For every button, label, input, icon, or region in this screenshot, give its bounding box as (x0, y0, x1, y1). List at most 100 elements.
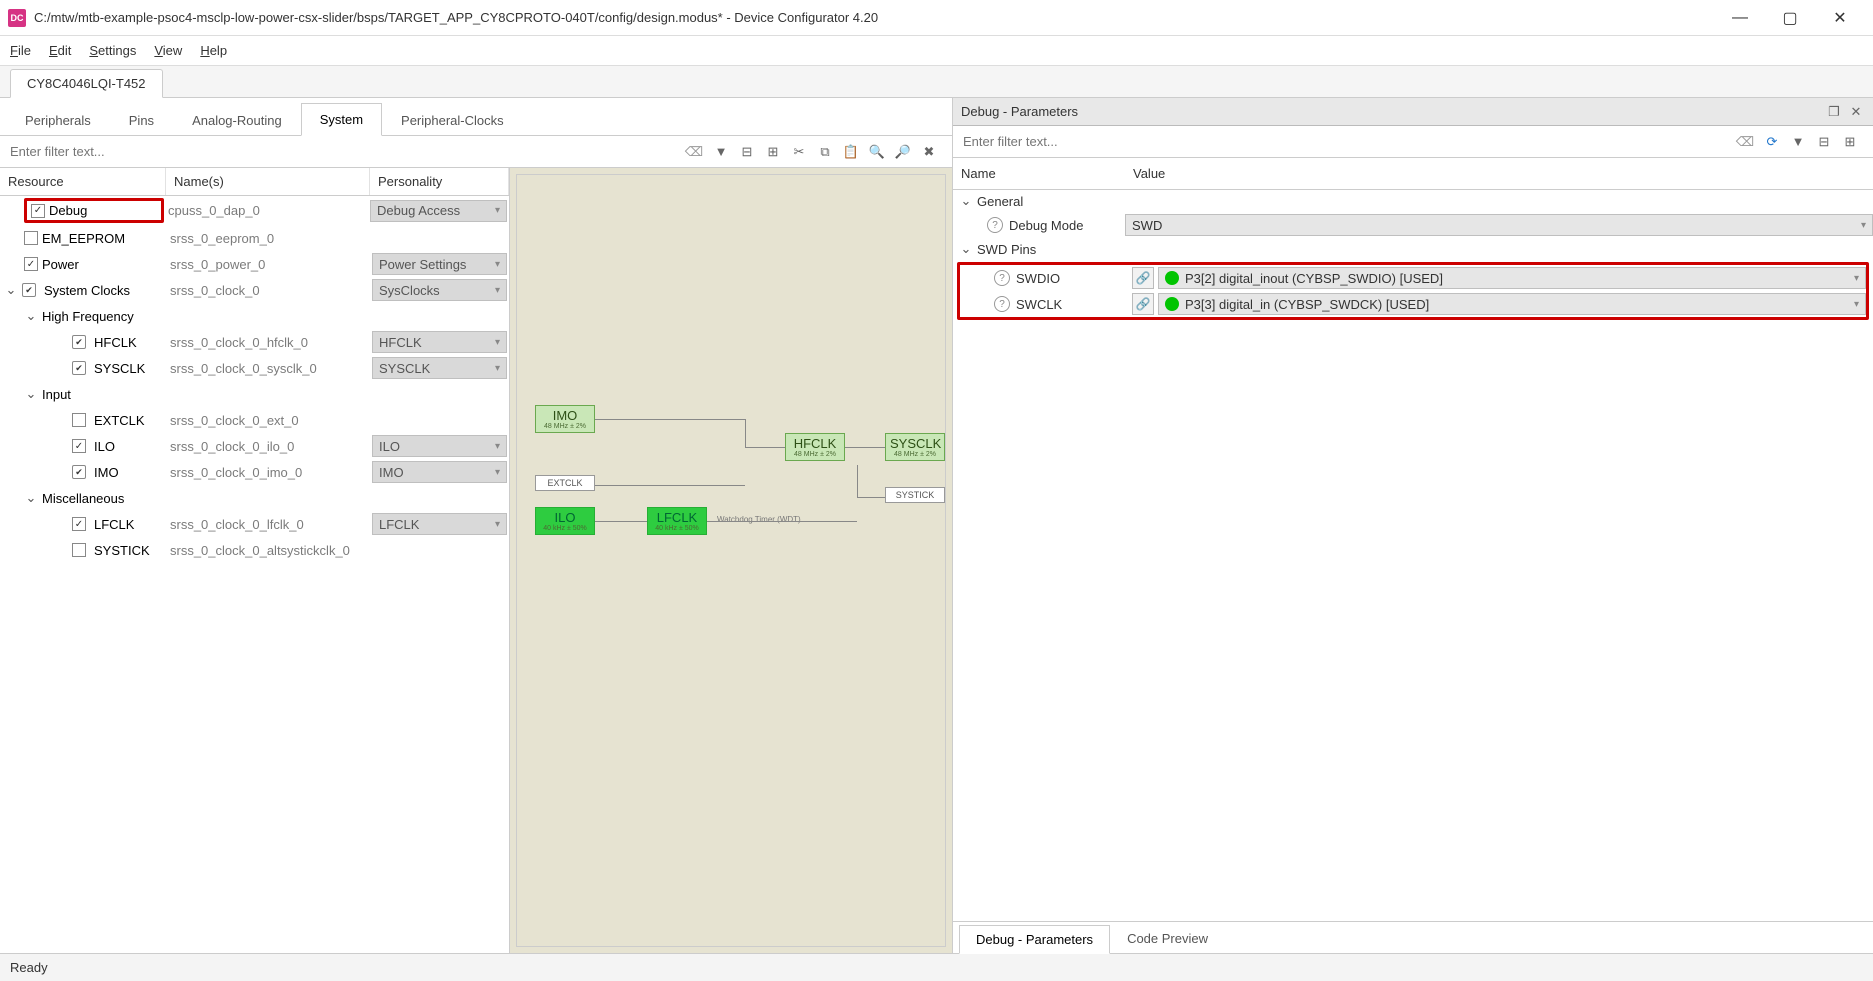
group-swd-pins[interactable]: ⌄SWD Pins (953, 238, 1873, 260)
hfclk-checkbox[interactable] (72, 335, 86, 349)
copy-icon[interactable]: ⧉ (814, 141, 836, 163)
menu-help[interactable]: Help (200, 43, 227, 58)
power-checkbox[interactable] (24, 257, 38, 271)
row-high-frequency[interactable]: ⌄High Frequency (0, 303, 509, 329)
row-ilo[interactable]: ILO srss_0_clock_0_ilo_0 ILO▾ (0, 433, 509, 459)
diag-extclk: EXTCLK (535, 475, 595, 491)
lfclk-personality[interactable]: LFCLK▾ (372, 513, 507, 535)
menu-file[interactable]: File (10, 43, 31, 58)
params-filter-input[interactable] (959, 130, 1735, 153)
device-tab[interactable]: CY8C4046LQI-T452 (10, 69, 163, 98)
debug-checkbox[interactable] (31, 204, 45, 218)
row-extclk[interactable]: EXTCLK srss_0_clock_0_ext_0 (0, 407, 509, 433)
params-header-bar: Debug - Parameters ❐ ✕ (953, 98, 1873, 126)
collapse-all-icon[interactable]: ⊟ (1813, 131, 1835, 153)
expand-all-icon[interactable]: ⊞ (1839, 131, 1861, 153)
help-icon[interactable]: ? (994, 270, 1010, 286)
ilo-checkbox[interactable] (72, 439, 86, 453)
eeprom-checkbox[interactable] (24, 231, 38, 245)
row-imo[interactable]: IMO srss_0_clock_0_imo_0 IMO▾ (0, 459, 509, 485)
zoom-out-icon[interactable]: 🔎 (892, 141, 914, 163)
menu-settings[interactable]: Settings (89, 43, 136, 58)
sub-tabs: Peripherals Pins Analog-Routing System P… (0, 98, 952, 136)
bottom-tabs: Debug - Parameters Code Preview (953, 921, 1873, 953)
collapse-all-icon[interactable]: ⊟ (736, 141, 758, 163)
clock-diagram[interactable]: IMO48 MHz ± 2% EXTCLK ILO40 kHz ± 50% LF… (510, 168, 952, 953)
th-resource: Resource (0, 168, 166, 195)
expander-icon[interactable]: ⌄ (24, 490, 38, 506)
hfclk-personality[interactable]: HFCLK▾ (372, 331, 507, 353)
diag-ilo: ILO40 kHz ± 50% (535, 507, 595, 535)
row-swdio[interactable]: ?SWDIO 🔗 P3[2] digital_inout (CYBSP_SWDI… (960, 265, 1866, 291)
row-hfclk[interactable]: HFCLK srss_0_clock_0_hfclk_0 HFCLK▾ (0, 329, 509, 355)
statusbar: Ready (0, 953, 1873, 981)
tab-code-preview[interactable]: Code Preview (1110, 924, 1225, 953)
link-icon[interactable]: 🔗 (1132, 293, 1154, 315)
systick-checkbox[interactable] (72, 543, 86, 557)
tab-peripheral-clocks[interactable]: Peripheral-Clocks (382, 104, 523, 136)
row-eeprom[interactable]: EM_EEPROM srss_0_eeprom_0 (0, 225, 509, 251)
sysclk2-checkbox[interactable] (72, 361, 86, 375)
filter-icon[interactable]: ▼ (1787, 131, 1809, 153)
status-dot-icon (1165, 271, 1179, 285)
imo-personality[interactable]: IMO▾ (372, 461, 507, 483)
row-input-group[interactable]: ⌄Input (0, 381, 509, 407)
tab-system[interactable]: System (301, 103, 382, 136)
row-system-clocks[interactable]: ⌄System Clocks srss_0_clock_0 SysClocks▾ (0, 277, 509, 303)
zoom-fit-icon[interactable]: ✖ (918, 141, 940, 163)
imo-checkbox[interactable] (72, 465, 86, 479)
close-panel-icon[interactable]: ✕ (1847, 104, 1865, 120)
close-button[interactable]: ✕ (1815, 0, 1865, 36)
row-power[interactable]: Power srss_0_power_0 Power Settings▾ (0, 251, 509, 277)
lfclk-checkbox[interactable] (72, 517, 86, 531)
help-icon[interactable]: ? (994, 296, 1010, 312)
row-debug[interactable]: Debug cpuss_0_dap_0 Debug Access▾ (0, 196, 509, 225)
expand-all-icon[interactable]: ⊞ (762, 141, 784, 163)
filter-icon[interactable]: ▼ (710, 141, 732, 163)
swclk-select[interactable]: P3[3] digital_in (CYBSP_SWDCK) [USED]▾ (1158, 293, 1866, 315)
menu-view[interactable]: View (154, 43, 182, 58)
ilo-personality[interactable]: ILO▾ (372, 435, 507, 457)
debug-mode-select[interactable]: SWD▾ (1125, 214, 1873, 236)
right-filter-row: ⌫ ⟳ ▼ ⊟ ⊞ (953, 126, 1873, 158)
tab-analog-routing[interactable]: Analog-Routing (173, 104, 301, 136)
tab-debug-parameters[interactable]: Debug - Parameters (959, 925, 1110, 954)
sysclk-personality[interactable]: SysClocks▾ (372, 279, 507, 301)
sysclk-lock-checkbox[interactable] (22, 283, 36, 297)
swdio-select[interactable]: P3[2] digital_inout (CYBSP_SWDIO) [USED]… (1158, 267, 1866, 289)
maximize-button[interactable]: ▢ (1765, 0, 1815, 36)
expander-icon[interactable]: ⌄ (24, 308, 38, 324)
diag-imo: IMO48 MHz ± 2% (535, 405, 595, 433)
app-icon: DC (8, 9, 26, 27)
filter-input[interactable] (6, 140, 684, 163)
row-swclk[interactable]: ?SWCLK 🔗 P3[3] digital_in (CYBSP_SWDCK) … (960, 291, 1866, 317)
expander-icon[interactable]: ⌄ (24, 386, 38, 402)
tab-pins[interactable]: Pins (110, 104, 173, 136)
link-icon[interactable]: 🔗 (1132, 267, 1154, 289)
params-filter-clear-icon[interactable]: ⌫ (1735, 132, 1755, 152)
group-general[interactable]: ⌄General (953, 190, 1873, 212)
menu-edit[interactable]: Edit (49, 43, 71, 58)
diag-systick: SYSTICK (885, 487, 945, 503)
sysclk2-personality[interactable]: SYSCLK▾ (372, 357, 507, 379)
zoom-in-icon[interactable]: 🔍 (866, 141, 888, 163)
tab-peripherals[interactable]: Peripherals (6, 104, 110, 136)
refresh-icon[interactable]: ⟳ (1761, 131, 1783, 153)
left-filter-row: ⌫ ▼ ⊟ ⊞ ✂ ⧉ 📋 🔍 🔎 ✖ (0, 136, 952, 168)
power-personality[interactable]: Power Settings▾ (372, 253, 507, 275)
row-sysclk2[interactable]: SYSCLK srss_0_clock_0_sysclk_0 SYSCLK▾ (0, 355, 509, 381)
status-text: Ready (10, 960, 48, 975)
filter-clear-icon[interactable]: ⌫ (684, 142, 704, 162)
paste-icon[interactable]: 📋 (840, 141, 862, 163)
help-icon[interactable]: ? (987, 217, 1003, 233)
row-debug-mode[interactable]: ?Debug Mode SWD▾ (953, 212, 1873, 238)
minimize-button[interactable]: — (1715, 0, 1765, 36)
row-lfclk[interactable]: LFCLK srss_0_clock_0_lfclk_0 LFCLK▾ (0, 511, 509, 537)
row-systick[interactable]: SYSTICK srss_0_clock_0_altsystickclk_0 (0, 537, 509, 563)
expander-icon[interactable]: ⌄ (4, 282, 18, 298)
cut-icon[interactable]: ✂ (788, 141, 810, 163)
undock-icon[interactable]: ❐ (1825, 104, 1843, 120)
extclk-checkbox[interactable] (72, 413, 86, 427)
row-misc-group[interactable]: ⌄Miscellaneous (0, 485, 509, 511)
debug-personality[interactable]: Debug Access▾ (370, 200, 507, 222)
